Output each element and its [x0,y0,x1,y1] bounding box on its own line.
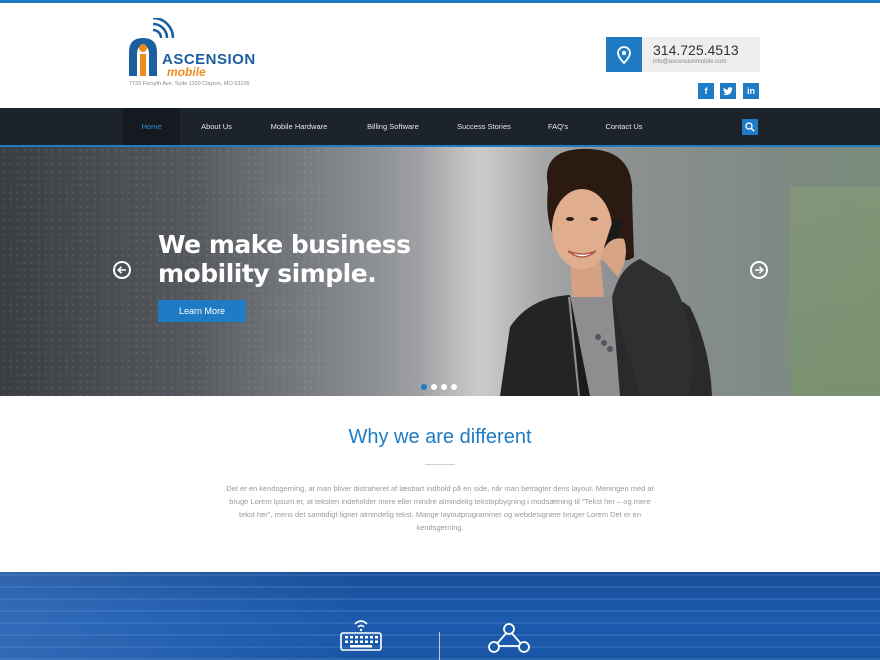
keyboard-wireless-icon [340,620,382,651]
nav-item-mobile-hardware[interactable]: Mobile Hardware [258,108,340,145]
facebook-label: f [704,86,708,96]
main-nav: Home About Us Mobile Hardware Billing So… [0,108,880,147]
contact-box: 314.725.4513 info@ascensionmobile.com [606,37,760,72]
logo-name-line2: mobile [167,65,206,79]
slide-dot-3[interactable] [441,384,447,390]
why-section: Why we are different Det er en kendsgern… [0,396,880,572]
hero-background-foliage [790,187,880,396]
nav-item-about-us[interactable]: About Us [188,108,245,145]
contact-email[interactable]: info@ascensionmobile.com [653,59,726,65]
why-body: Det er en kendsgerning, at man bliver di… [226,484,654,532]
logo-address: 7733 Forsyth Ave. Suite 1100 Clayton, MO… [129,81,250,87]
network-share-icon [488,623,530,653]
slide-dot-4[interactable] [451,384,457,390]
nav-item-faqs[interactable]: FAQ's [537,108,579,145]
hero-woman-on-phone-image [500,148,712,396]
nav-item-success-stories[interactable]: Success Stories [447,108,521,145]
linkedin-label: in [747,86,755,96]
linkedin-icon[interactable]: in [743,83,759,99]
nav-item-billing-software[interactable]: Billing Software [355,108,431,145]
twitter-icon[interactable] [720,83,736,99]
features-band [0,572,880,660]
contact-phone[interactable]: 314.725.4513 [653,42,739,58]
location-pin-icon [606,37,642,72]
search-icon[interactable] [742,119,758,135]
facebook-icon[interactable]: f [698,83,714,99]
next-slide-icon[interactable] [750,261,768,279]
nav-item-contact-us[interactable]: Contact Us [594,108,654,145]
nav-item-home[interactable]: Home [123,108,180,145]
prev-slide-icon[interactable] [113,261,131,279]
learn-more-button[interactable]: Learn More [158,300,246,322]
site-header: ASCENSION mobile 7733 Forsyth Ave. Suite… [0,3,880,108]
slide-dot-1[interactable] [421,384,427,390]
why-title: Why we are different [348,426,532,448]
hero-title: We make business mobility simple. [158,230,411,288]
why-divider [425,464,455,465]
band-texture [0,572,880,660]
hero-slider: We make business mobility simple. Learn … [0,147,880,396]
logo[interactable]: ASCENSION mobile 7733 Forsyth Ave. Suite… [127,18,277,93]
slide-dot-2[interactable] [431,384,437,390]
slide-indicators [421,384,457,390]
band-divider [439,632,440,660]
